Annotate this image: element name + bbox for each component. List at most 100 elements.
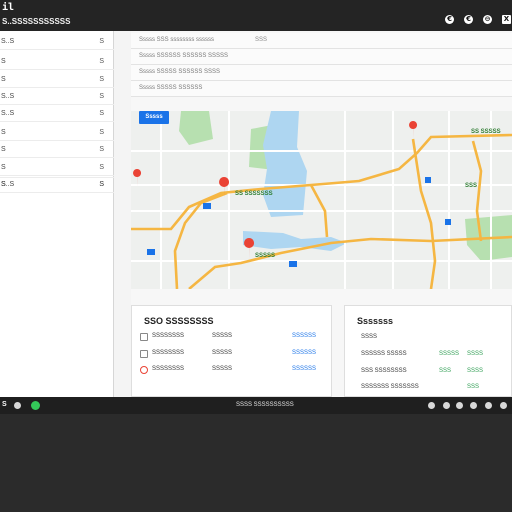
map-canvas[interactable]: SS SSSSSSS SSSSS SS SSSSS SSS [131,111,512,289]
trip-row-2[interactable]: SSSSSSSS SSSSS SSSSSS [140,365,320,377]
sidebar-item-count: S [99,76,104,83]
tray-icon[interactable] [443,402,450,409]
schedule-row-3[interactable]: SSSSSSS SSSSSSS SSS [355,383,512,395]
trip-row-1[interactable]: SSSSSSSS SSSSS SSSSSS [140,349,320,361]
sidebar-item-label: S..S [1,181,15,188]
search-field-text: Sssss SSSSS SSSSSS [139,85,203,91]
schedule-name: SSSSSS SSSSS [361,351,407,357]
taskbar-start[interactable]: S [2,401,7,408]
sidebar-item-7[interactable]: S S [0,160,114,176]
search-field-2[interactable]: Sssss SSSSS SSSSSS SSSS [131,65,512,81]
map-label: SSSSS [255,253,275,259]
search-field-text: Sssss SSSSSS SSSSSS SSSSS [139,53,229,59]
schedule-name: SSSSSSS SSSSSSS [361,384,419,390]
window-title: S..SSSSSSSSSSS [2,17,71,26]
bus-stop-icon [203,203,211,209]
taskbar: S SSSS SSSSSSSSSS [0,397,512,414]
trip-name: SSSSSSSS [152,333,185,339]
taskbar-app-icon[interactable] [14,402,21,409]
sidebar-item-count: S [99,164,104,171]
trip-time: SSSSS [212,350,233,356]
restore-icon[interactable]: € [464,15,473,24]
train-icon [140,333,148,341]
sidebar-item-label: S..S [1,93,15,100]
sidebar-item-label: S [1,58,6,65]
bus-stop-icon [425,177,431,183]
trip-row-0[interactable]: SSSSSSSS SSSSS SSSSSS [140,332,320,344]
search-field-0[interactable]: Sssss SSS ssssssss ssssss SSS [131,33,512,49]
schedule-value-b: SSSS [467,368,484,374]
schedule-row-1[interactable]: SSSSSS SSSSS SSSSS SSSS [355,350,512,362]
trip-link[interactable]: SSSSSS [292,350,316,356]
tray-icon[interactable] [428,402,435,409]
tray-icon[interactable] [456,402,463,409]
map-label: SS SSSSS [471,129,501,135]
bus-stop-icon [445,219,451,225]
sidebar-item-count: S [99,58,104,65]
trip-time: SSSSS [212,333,233,339]
taskbar-title: SSSS SSSSSSSSSS [236,402,294,408]
bus-icon [140,350,148,358]
sidebar-item-label: S..S [1,38,15,45]
search-field-1[interactable]: Sssss SSSSSS SSSSSS SSSSS [131,49,512,65]
trip-link[interactable]: SSSSSS [292,333,316,339]
sidebar-item-8[interactable]: S S [0,177,114,193]
maximize-icon[interactable]: ⊖ [483,15,492,24]
car-icon [140,366,148,374]
sidebar-item-count: S [99,129,104,136]
trip-name: SSSSSSSS [152,350,185,356]
sidebar-item-label: S [1,76,6,83]
sidebar-item-count: S [99,181,104,188]
sidebar: S..S S S S S S S..S S S..S S S S S S S S [0,31,114,397]
search-field-text: Sssss SSS ssssssss ssssss [139,37,215,43]
tray-icon[interactable] [485,402,492,409]
sidebar-item-4[interactable]: S..S S [0,106,114,122]
sidebar-item-count: S [99,38,104,45]
schedule-value-b: SSS [467,384,480,390]
main-frame: S..S S S S S S S..S S S..S S S S S S S S [0,31,512,397]
app-logo: il [2,2,15,13]
sidebar-item-9[interactable]: S..S S [0,177,114,188]
title-bar: il S..SSSSSSSSSSS € € ⊖ X [0,0,512,31]
search-field-3[interactable]: Sssss SSSSS SSSSSS [131,81,512,97]
sidebar-item-3[interactable]: S..S S [0,89,114,105]
sidebar-item-label: S [1,146,6,153]
search-field-text: Sssss SSSSS SSSSSS SSSS [139,69,221,75]
schedule-card: Sssssss SSSS SSSSSS SSSSS SSSSS SSSS SSS… [344,305,512,397]
schedule-value-a: SSS [439,368,452,374]
sidebar-item-label: S..S [1,110,15,117]
bus-stop-icon [147,249,155,255]
schedule-row-2[interactable]: SSS SSSSSSSS SSS SSSS [355,367,512,379]
trips-card-title: SSO SSSSSSSS [144,316,214,326]
trip-name: SSSSSSSS [152,366,185,372]
sidebar-item-count: S [99,146,104,153]
status-online-icon[interactable] [31,401,40,410]
search-field-extra: SSS [255,37,268,43]
schedule-name: SSS SSSSSSSS [361,368,407,374]
tray-icon[interactable] [500,402,507,409]
sidebar-item-count: S [99,110,104,117]
schedule-value-a: SSSSS [439,351,460,357]
sidebar-item-2[interactable]: S S [0,72,114,88]
search-button[interactable]: Sssss [139,111,169,124]
sidebar-item-1[interactable]: S S [0,54,114,70]
tray-icon[interactable] [470,402,477,409]
desktop-background [0,414,512,512]
sidebar-item-6[interactable]: S S [0,142,114,158]
schedule-name: SSSS [361,334,378,340]
minimize-icon[interactable]: € [445,15,454,24]
schedule-value-b: SSSS [467,351,484,357]
schedule-row-0[interactable]: SSSS [355,333,512,345]
close-icon[interactable]: X [502,15,511,24]
trip-link[interactable]: SSSSSS [292,366,316,372]
map-label: SS SSSSSSS [235,191,273,197]
map-view[interactable]: SS SSSSSSS SSSSS SS SSSSS SSS [131,111,512,289]
sidebar-item-label: S [1,164,6,171]
sidebar-item-5[interactable]: S S [0,125,114,141]
sidebar-item-label: S [1,129,6,136]
bus-stop-icon [289,261,297,267]
sidebar-item-0[interactable]: S..S S [0,34,114,50]
sidebar-item-count: S [99,93,104,100]
trip-time: SSSSS [212,366,233,372]
content-area: Sssss SSS ssssssss ssssss SSS Sssss SSSS… [131,31,512,397]
